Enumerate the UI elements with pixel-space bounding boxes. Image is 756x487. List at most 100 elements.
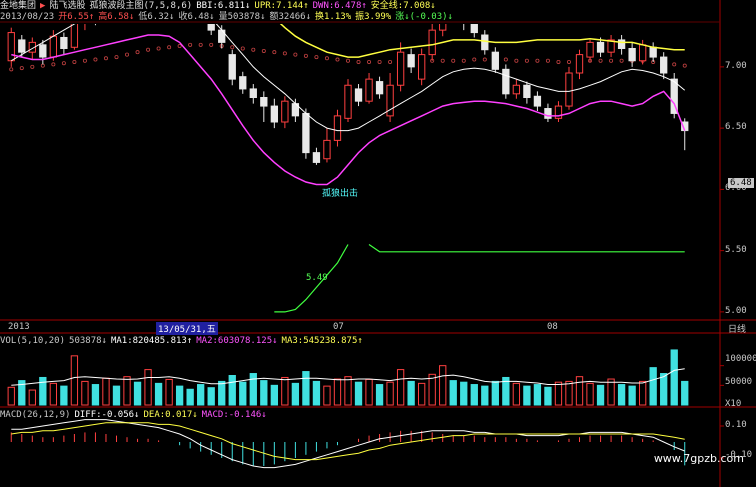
candle-down [523,84,531,98]
volume-bar-up [7,386,15,406]
safe-line-dot [324,56,329,61]
safe-line-dot [619,58,624,63]
header1-item-3: 孤狼波段主图(7,5,8,6) [89,1,193,11]
dea-line [11,422,685,461]
safe-line-dot [72,59,77,64]
volume-bar-down [60,385,68,406]
candle-up [396,51,405,86]
header1-item-7: 安全线:7.008↓ [370,1,436,11]
candle-down [228,54,236,80]
macd-header-item-1: DIFF:-0.056↓ [74,410,140,420]
candle-up [586,41,594,58]
candle-down [450,0,456,8]
volume-bar-down [660,373,668,406]
macd-header-item-0: MACD(26,12,9) [0,410,71,420]
volume-bar-down [481,385,489,406]
safe-line-dot [230,45,235,50]
safe-line-dot [114,55,119,60]
candle-up [418,54,426,80]
candle-down [533,95,542,107]
volume-bar-up [386,381,394,406]
volume-bar-down [207,387,215,406]
header1-item-6: DWN:6.478↑ [312,1,367,11]
volume-bar-up [333,378,342,406]
candle-up [49,35,58,58]
volume-bar-down [154,382,163,406]
safe-line-dot [367,59,372,64]
safe-line-dot [103,56,108,61]
volume-bar-down [617,384,626,406]
x-label-07: 07 [333,322,344,332]
candle-down [239,76,247,90]
candle-down [60,36,68,49]
safe-line-dot [335,57,340,62]
vol-header-item-4: MA3:545238.875↑ [281,336,363,346]
header2-item-3: 低6.32↓ [138,12,175,22]
volume-bar-down [470,384,478,406]
candle-up [428,29,436,56]
safe-line-dot [314,55,319,60]
price-plot-area [7,0,689,313]
volume-bar-up [512,382,521,406]
safe-line-dot [482,57,487,62]
period-label[interactable]: 日线 [728,322,746,335]
safe-line-dot [545,58,550,63]
watermark: www.7gpzb.com [653,452,744,465]
price-tick-5.50: 5.50 [725,244,747,255]
candle-down [481,34,489,51]
candle-down [39,44,47,58]
candle-up [365,78,373,102]
macd-header: MACD(26,12,9) DIFF:-0.056↓ DEA:0.017↓ MACD:… [0,409,271,421]
header2-item-1: 开6.55↑ [58,12,95,22]
safe-line-dot [135,50,140,55]
volume-bar-down [544,386,552,406]
volume-bar-down [302,371,310,406]
volume-bar-down [523,385,531,406]
candle-up [575,54,584,74]
volume-bar-up [365,378,373,406]
volume-bar-down [596,384,605,406]
safe-line-dot [566,59,571,64]
volume-bar-up [165,378,173,406]
candle-down [470,24,478,34]
volume-bar-down [186,388,194,406]
safe-line-dot [672,62,677,67]
current-price-tag: 6.48 [728,178,754,188]
volume-bar-up [49,382,58,406]
volume-bar-down [291,382,300,406]
safe-line-dot [146,47,151,52]
safe-line-dot [440,58,445,63]
header2-item-2: 高6.58↓ [98,12,135,22]
green-lower-line [274,244,685,313]
safe-line-dot [682,63,687,68]
candle-down [617,39,626,49]
vol-tick-50000: 50000 [725,377,753,387]
safe-line-dot [240,46,245,51]
volume-bar-up [28,389,36,406]
safe-line-dot [30,64,35,69]
safe-line-dot [40,63,45,68]
volume-bar-up [323,385,331,406]
volume-bar-down [197,384,205,406]
safe-line-dot [303,53,308,58]
safe-line-dot [609,58,614,63]
x-label-cursor-date[interactable]: 13/05/31,五 [156,322,218,335]
volume-bar-up [81,380,89,406]
volume-bar-up [418,382,426,406]
safe-line-dot [282,51,287,56]
candle-down [596,41,605,53]
safe-line-dot [198,42,203,47]
safe-line-dot [388,59,393,64]
candle-down [375,81,384,95]
header1-item-4: BBI:6.811↓ [196,1,251,11]
header2-item-6: 额32466↓ [269,12,312,22]
candle-up [7,32,15,62]
safe-line-dot [167,45,172,50]
x-label-08: 08 [547,322,558,332]
candle-down [270,105,278,123]
volume-bar-down [407,380,415,406]
candle-down [502,68,510,95]
vol-header-item-0: VOL(5,10,20) [0,336,66,346]
volume-bar-down [670,349,678,406]
candle-up [344,84,352,119]
